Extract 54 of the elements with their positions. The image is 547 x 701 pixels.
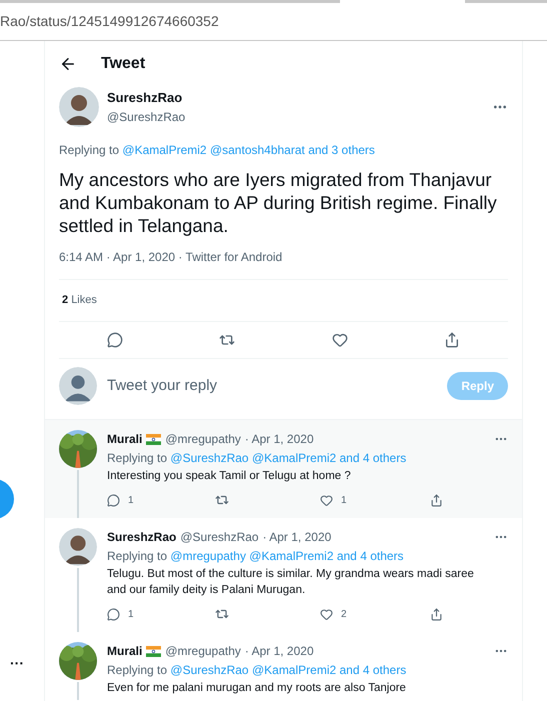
avatar-icon xyxy=(59,528,97,566)
likes-count[interactable]: 2 Likes xyxy=(62,292,97,309)
retweet-icon[interactable] xyxy=(215,493,229,507)
retweet-icon[interactable] xyxy=(215,607,229,621)
reply-icon[interactable] xyxy=(107,332,124,348)
mention-link[interactable]: @KamalPremi2 and 4 others xyxy=(252,451,406,465)
share-icon[interactable] xyxy=(444,332,460,348)
mention-link[interactable]: @santosh4bharat and 3 others xyxy=(210,143,375,157)
reply-date: · Apr 1, 2020 xyxy=(244,431,314,448)
like-icon[interactable] xyxy=(320,494,333,506)
author-name: Murali xyxy=(107,643,142,660)
mention-link[interactable]: @KamalPremi2 and 4 others xyxy=(252,663,406,677)
reply-icon[interactable] xyxy=(107,494,120,506)
author-handle: @SureshzRao xyxy=(180,529,259,546)
tweet-timestamp: 6:14 AM · Apr 1, 2020 · Twitter for Android xyxy=(59,249,284,266)
reply-date: · Apr 1, 2020 xyxy=(262,529,332,546)
mention-link[interactable]: @SureshzRao xyxy=(170,663,249,677)
reply-icon[interactable] xyxy=(107,608,120,620)
like-icon[interactable] xyxy=(332,332,348,348)
like-count: 2 xyxy=(341,608,347,622)
reply-tweet[interactable]: Murali @mregupathy · Apr 1, 2020 Replying to @SureshzRao @KamalPremi2 and 4 others Interesting you speak Tamil or Telugu at home ? 1 1 xyxy=(45,420,522,518)
reply-text: Even for me palani murugan and my roots are also Tanjore xyxy=(107,681,407,696)
replying-to-text: Replying to @SureshzRao @KamalPremi2 and 4 others xyxy=(107,662,408,679)
flag-icon xyxy=(146,434,162,444)
author-name: SureshzRao xyxy=(107,529,176,546)
mention-link[interactable]: @KamalPremi2 and 4 others xyxy=(249,549,404,563)
reply-count: 1 xyxy=(128,608,134,622)
mention-link[interactable]: @mregupathy xyxy=(170,549,246,563)
share-icon[interactable] xyxy=(430,494,443,506)
reply-text: Telugu. But most of the culture is similar. My grandma wears madi saree and our family deity is Palani Murugan. xyxy=(107,567,475,598)
author-handle: @SureshzRao xyxy=(107,108,186,126)
author-handle: @mregupathy xyxy=(165,431,241,448)
address-bar-url[interactable]: Rao/status/1245149912674660352 xyxy=(0,11,219,32)
author-handle: @mregupathy xyxy=(165,643,241,660)
replying-to-text: Replying to @mregupathy @KamalPremi2 and 4 others xyxy=(107,548,405,565)
avatar-icon xyxy=(59,87,99,127)
like-count: 1 xyxy=(341,494,347,508)
mention-link[interactable]: @KamalPremi2 xyxy=(122,143,207,157)
flag-icon xyxy=(146,646,162,656)
like-icon[interactable] xyxy=(320,608,333,620)
reply-count: 1 xyxy=(128,494,134,508)
mention-link[interactable]: @SureshzRao xyxy=(170,451,249,465)
replying-to-text: Replying to @SureshzRao @KamalPremi2 and 4 others xyxy=(107,450,408,467)
page-title: Tweet xyxy=(101,54,146,74)
more-menu-button[interactable]: ··· xyxy=(10,653,24,674)
replying-to-text: Replying to @KamalPremi2 @santosh4bharat and 3 others xyxy=(59,142,376,159)
back-icon[interactable] xyxy=(59,55,77,73)
author-name: Murali xyxy=(107,431,142,448)
tweet-text: My ancestors who are Iyers migrated from Thanjavur and Kumbakonam to AP during British regime. Finally settled in Telangana. xyxy=(59,168,498,237)
avatar-icon xyxy=(59,367,97,405)
reply-text: Interesting you speak Tamil or Telugu at home ? xyxy=(107,469,352,484)
reply-date: · Apr 1, 2020 xyxy=(244,643,314,660)
share-icon[interactable] xyxy=(430,608,443,620)
author-name: SureshzRao xyxy=(107,89,184,108)
